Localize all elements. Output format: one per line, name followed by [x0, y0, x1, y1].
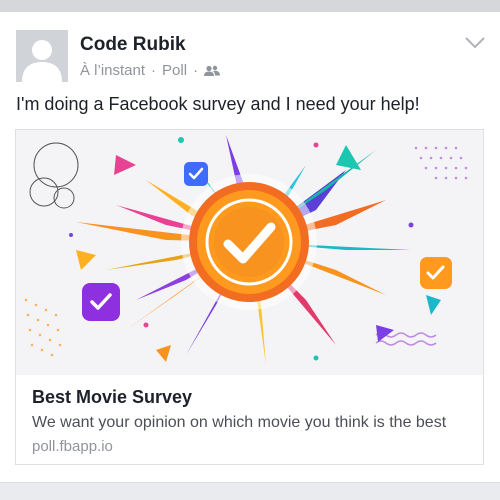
- avatar[interactable]: [16, 30, 68, 82]
- default-avatar-icon: [16, 30, 68, 82]
- link-description: We want your opinion on which movie you …: [32, 414, 447, 431]
- post-time[interactable]: À l’instant: [80, 62, 145, 79]
- link-preview-text[interactable]: Best Movie Survey We want your opinion o…: [32, 387, 467, 455]
- post-meta: À l’instant · Poll ·: [80, 62, 221, 79]
- link-preview[interactable]: Best Movie Survey We want your opinion o…: [15, 129, 484, 465]
- meta-separator: ·: [151, 62, 157, 79]
- post-status-text: I'm doing a Facebook survey and I need y…: [16, 94, 420, 114]
- link-domain: poll.fbapp.io: [32, 438, 113, 455]
- link-preview-image[interactable]: [16, 130, 483, 375]
- survey-illustration: [16, 130, 483, 375]
- bottom-separator: [0, 482, 500, 500]
- link-title[interactable]: Best Movie Survey: [32, 387, 467, 408]
- author-name[interactable]: Code Rubik: [80, 34, 186, 56]
- friends-icon[interactable]: [204, 65, 221, 77]
- post-type: Poll: [162, 62, 188, 79]
- meta-separator: ·: [193, 62, 199, 79]
- top-separator: [0, 0, 500, 12]
- badge-check-icon: [184, 162, 208, 186]
- feed-post: Code Rubik À l’instant · Poll · I'm doin…: [0, 12, 500, 482]
- chevron-down-icon[interactable]: [464, 36, 486, 50]
